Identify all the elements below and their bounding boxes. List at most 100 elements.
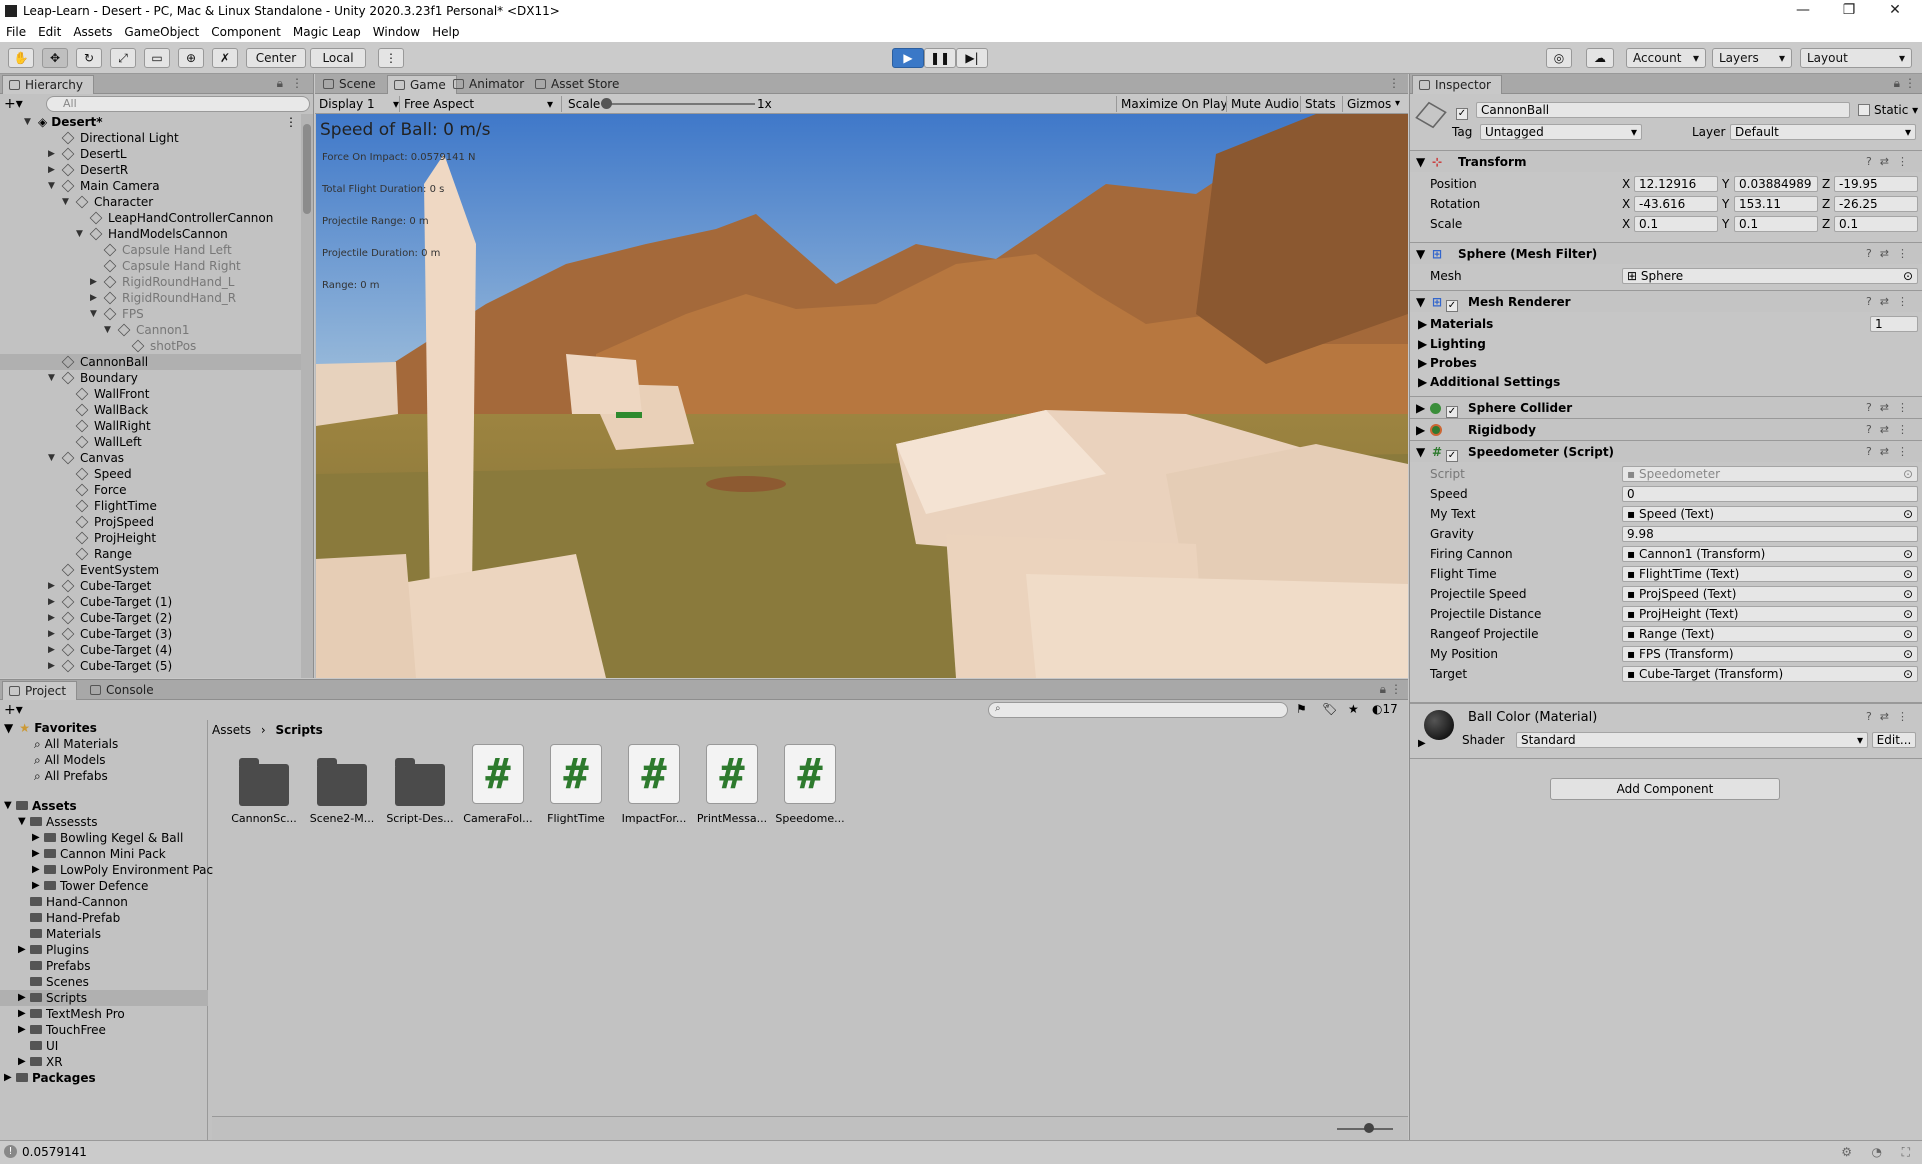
shader-dropdown[interactable]: Standard ▾ — [1516, 732, 1868, 748]
hierarchy-item[interactable]: WallFront — [0, 386, 301, 402]
foldout-arrow-icon[interactable]: ▶ — [48, 578, 55, 594]
lock-icon[interactable]: 🔒︎ — [1894, 76, 1900, 91]
hierarchy-item[interactable]: WallLeft — [0, 434, 301, 450]
pivot-center-button[interactable]: Center — [246, 48, 306, 68]
hierarchy-item[interactable]: shotPos — [0, 338, 301, 354]
close-icon[interactable]: ✕ — [1872, 0, 1918, 22]
object-picker-icon[interactable]: ⊙ — [1903, 667, 1913, 681]
grid-snap-icon[interactable]: ⋮ — [378, 48, 404, 68]
stats-toggle[interactable]: Stats — [1300, 96, 1340, 112]
scale-y-field[interactable]: 0.1 — [1734, 216, 1818, 232]
rotation-z-field[interactable]: -26.25 — [1834, 196, 1918, 212]
project-folder-item[interactable]: UI — [0, 1038, 208, 1054]
cloud-icon[interactable]: ☁ — [1586, 48, 1614, 68]
foldout-arrow-icon[interactable]: ▶ — [48, 146, 55, 162]
step-button[interactable]: ▶| — [956, 48, 988, 68]
menu-item-file[interactable]: File — [6, 25, 26, 39]
asset-item[interactable]: # ImpactFor... — [616, 742, 692, 834]
hierarchy-item[interactable]: EventSystem — [0, 562, 301, 578]
position-z-field[interactable]: -19.95 — [1834, 176, 1918, 192]
hierarchy-item[interactable]: ▼ FPS — [0, 306, 301, 322]
add-component-button[interactable]: Add Component — [1550, 778, 1780, 800]
hierarchy-item[interactable]: ▶ RigidRoundHand_R — [0, 290, 301, 306]
menu-item-magic-leap[interactable]: Magic Leap — [293, 25, 361, 39]
script-field-value[interactable]: ▪ Speed (Text) ⊙ — [1622, 506, 1918, 522]
shader-edit-button[interactable]: Edit... — [1872, 732, 1916, 748]
probes-foldout[interactable]: ▶ Probes — [1410, 353, 1922, 373]
asset-item[interactable]: # PrintMessa... — [694, 742, 770, 834]
script-field-value[interactable]: ▪ FlightTime (Text) ⊙ — [1622, 566, 1918, 582]
lock-icon[interactable]: 🔒︎ — [277, 76, 283, 91]
foldout-arrow-icon[interactable]: ▼ — [62, 194, 69, 210]
tab-scene[interactable]: Scene — [317, 75, 386, 94]
foldout-arrow-icon[interactable]: ▶ — [1418, 738, 1426, 749]
favorite-item[interactable]: ⌕ All Models — [34, 752, 106, 768]
script-field-value[interactable]: ▪ Cube-Target (Transform) ⊙ — [1622, 666, 1918, 682]
active-checkbox[interactable]: ✓ — [1456, 103, 1468, 120]
tab-console[interactable]: Console — [84, 681, 164, 700]
menu-item-window[interactable]: Window — [373, 25, 420, 39]
layer-dropdown[interactable]: Default ▾ — [1730, 124, 1916, 140]
foldout-arrow-icon[interactable]: ▼ — [4, 798, 12, 814]
custom-tool-icon[interactable]: ✗ — [212, 48, 238, 68]
foldout-arrow-icon[interactable]: ▶ — [48, 626, 55, 642]
hierarchy-item[interactable]: LeapHandControllerCannon — [0, 210, 301, 226]
maximize-on-play-toggle[interactable]: Maximize On Play — [1116, 96, 1232, 112]
project-folder-item[interactable]: ▼ Assessts — [0, 814, 208, 830]
foldout-arrow-icon[interactable]: ▶ — [48, 642, 55, 658]
foldout-arrow-icon[interactable]: ▶ — [90, 290, 97, 306]
menu-item-gameobject[interactable]: GameObject — [124, 25, 199, 39]
project-folder-item[interactable]: ▶ TouchFree — [0, 1022, 208, 1038]
transform-tool-icon[interactable]: ⊕ — [178, 48, 204, 68]
foldout-arrow-icon[interactable]: ▶ — [18, 1022, 26, 1038]
hierarchy-item[interactable]: ▼ Main Camera — [0, 178, 301, 194]
layout-dropdown[interactable]: Layout ▾ — [1800, 48, 1912, 68]
foldout-arrow-icon[interactable]: ▶ — [32, 830, 40, 846]
project-folder-item[interactable]: Scenes — [0, 974, 208, 990]
create-asset-button[interactable]: +▾ — [4, 702, 23, 718]
project-folder-item[interactable]: Prefabs — [0, 958, 208, 974]
foldout-arrow-icon[interactable]: ▶ — [18, 942, 26, 958]
favorite-item[interactable]: ⌕ All Prefabs — [34, 768, 108, 784]
hierarchy-item[interactable]: ▼ Canvas — [0, 450, 301, 466]
filter-type-icon[interactable]: ⚑ — [1296, 702, 1307, 716]
project-folder-item[interactable]: ▶ Bowling Kegel & Ball — [0, 830, 208, 846]
asset-item[interactable]: Script-Des... — [382, 742, 458, 834]
foldout-arrow-icon[interactable]: ▼ — [76, 226, 83, 242]
hierarchy-item[interactable]: ▶ Cube-Target (5) — [0, 658, 301, 674]
hierarchy-item[interactable]: ▼ HandModelsCannon — [0, 226, 301, 242]
icon-size-slider-handle[interactable] — [1364, 1123, 1374, 1133]
script-field-value[interactable]: 0 — [1622, 486, 1918, 502]
foldout-arrow-icon[interactable]: ▶ — [18, 1006, 26, 1022]
object-picker-icon[interactable]: ⊙ — [1903, 507, 1913, 521]
project-search-input[interactable]: ⌕ — [988, 702, 1288, 718]
hierarchy-item[interactable]: ▶ Cube-Target (1) — [0, 594, 301, 610]
tab-hierarchy[interactable]: Hierarchy — [2, 75, 95, 94]
hidden-count-badge[interactable]: ◐17 — [1372, 702, 1398, 716]
favorites-header[interactable]: ▼ ★ Favorites — [0, 720, 97, 736]
scale-tool-icon[interactable]: ⤢ — [110, 48, 136, 68]
progress-icon[interactable]: ⚙ — [1841, 1145, 1852, 1159]
transform-header[interactable]: ▼ ⊹ Transform ?⇄⋮ — [1410, 150, 1922, 172]
scale-z-field[interactable]: 0.1 — [1834, 216, 1918, 232]
foldout-arrow-icon[interactable]: ▶ — [18, 1054, 26, 1070]
foldout-arrow-icon[interactable]: ▶ — [32, 846, 40, 862]
object-picker-icon[interactable]: ⊙ — [1903, 547, 1913, 561]
gizmos-toggle[interactable]: Gizmos — [1342, 96, 1395, 112]
static-dropdown[interactable]: Static ▾ — [1874, 103, 1918, 117]
hierarchy-item[interactable]: ▶ Cube-Target (3) — [0, 626, 301, 642]
aspect-dropdown[interactable]: Free Aspect ▾ — [399, 96, 557, 112]
hierarchy-item[interactable]: ▶ Cube-Target (4) — [0, 642, 301, 658]
scrollbar-thumb[interactable] — [303, 124, 311, 214]
cache-icon[interactable]: ◔ — [1872, 1145, 1882, 1159]
object-picker-icon[interactable]: ⊙ — [1903, 587, 1913, 601]
rigidbody-header[interactable]: ▶ Rigidbody ?⇄⋮ — [1410, 418, 1922, 440]
project-folder-item[interactable]: ▶ LowPoly Environment Pac — [0, 862, 213, 878]
play-button[interactable]: ▶ — [892, 48, 924, 68]
script-field-value[interactable]: 9.98 — [1622, 526, 1918, 542]
rotation-x-field[interactable]: -43.616 — [1634, 196, 1718, 212]
hierarchy-item[interactable]: ▶ DesertL — [0, 146, 301, 162]
mute-audio-toggle[interactable]: Mute Audio — [1226, 96, 1303, 112]
tab-asset-store[interactable]: Asset Store — [529, 75, 629, 94]
speedometer-header[interactable]: ▼ # ✓ Speedometer (Script) ?⇄⋮ — [1410, 440, 1922, 462]
